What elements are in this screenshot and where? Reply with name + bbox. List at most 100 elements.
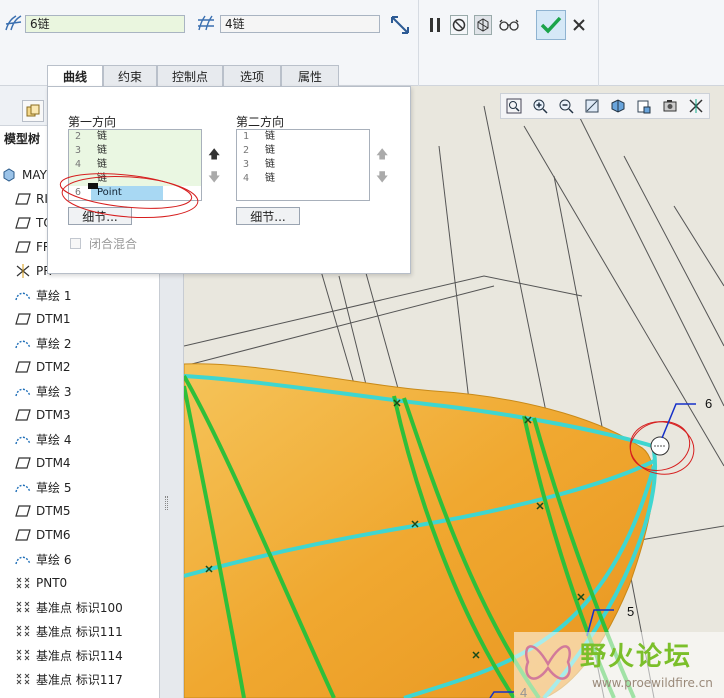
datum-plane-icon bbox=[14, 239, 32, 255]
chain-list-row[interactable]: 3链 bbox=[237, 158, 369, 172]
tree-item[interactable]: 基准点 标识100 bbox=[0, 596, 159, 618]
tree-item[interactable]: 基准点 标识117 bbox=[0, 668, 159, 690]
tree-item-label: PNT0 bbox=[36, 576, 68, 590]
callout-5-label: 5 bbox=[627, 604, 634, 619]
part-icon bbox=[0, 167, 18, 183]
repaint-icon[interactable] bbox=[579, 94, 605, 118]
no-preview-button[interactable] bbox=[450, 15, 468, 35]
second-direction-title: 第二方向 bbox=[236, 115, 285, 129]
second-direction-field[interactable]: 4链 bbox=[220, 15, 380, 33]
chain-list-row[interactable]: 3链 bbox=[69, 144, 201, 158]
apply-check-button[interactable] bbox=[536, 10, 566, 40]
tree-item-label: 草绘 3 bbox=[36, 384, 72, 399]
view-manager-icon[interactable] bbox=[657, 94, 683, 118]
second-direction-chain-list[interactable]: 1链2链3链4链 bbox=[236, 129, 370, 201]
tree-item-label: 草绘 5 bbox=[36, 480, 72, 495]
tree-item-label: DTM3 bbox=[36, 408, 71, 422]
zoom-in-icon[interactable] bbox=[527, 94, 553, 118]
chain-list-row[interactable]: 2链 bbox=[69, 130, 201, 144]
tree-item[interactable]: 草绘 4 bbox=[0, 428, 159, 450]
tab-control-points[interactable]: 控制点 bbox=[157, 65, 223, 86]
datum-point-icon bbox=[14, 575, 32, 591]
tree-item[interactable]: DTM3 bbox=[0, 404, 159, 426]
chain-label: 链 bbox=[97, 131, 107, 142]
tree-item-label: 草绘 1 bbox=[36, 288, 72, 303]
chain-index: 2 bbox=[243, 145, 250, 156]
tree-item[interactable]: 草绘 5 bbox=[0, 476, 159, 498]
checkbox-box[interactable] bbox=[70, 238, 81, 249]
datum-plane-icon bbox=[14, 455, 32, 471]
tree-item-label: DTM6 bbox=[36, 528, 71, 542]
curves-tab-panel: 第一方向 2 链 3 链 4 链链 6 Point 🡅 🡇 细节... 第二方向 1链2链3链… bbox=[47, 86, 411, 274]
tree-item-label: 基准点 标识111 bbox=[36, 624, 123, 639]
move-up-icon[interactable]: 🡅 bbox=[208, 148, 220, 160]
datum-point-icon bbox=[14, 671, 32, 687]
tree-item[interactable]: 基准点 标识114 bbox=[0, 644, 159, 666]
tree-item[interactable]: DTM4 bbox=[0, 452, 159, 474]
chain-list-row[interactable]: 1链 bbox=[237, 130, 369, 144]
tab-properties[interactable]: 属性 bbox=[281, 65, 339, 86]
tree-item[interactable]: 草绘 6 bbox=[0, 548, 159, 570]
display-style-icon[interactable] bbox=[605, 94, 631, 118]
tab-curves[interactable]: 曲线 bbox=[47, 65, 103, 87]
dashboard-tabs: 曲线 约束 控制点 选项 属性 bbox=[47, 65, 339, 87]
closed-blend-checkbox[interactable]: 闭合混合 bbox=[70, 235, 137, 252]
datum-plane-icon bbox=[14, 503, 32, 519]
chain-list-row[interactable]: 2链 bbox=[237, 144, 369, 158]
tree-item[interactable]: 草绘 2 bbox=[0, 332, 159, 354]
datum-plane-icon bbox=[14, 191, 32, 207]
butterfly-logo-icon bbox=[525, 645, 571, 680]
chain-list-row[interactable]: 4链 bbox=[237, 172, 369, 186]
model-tree-header: 模型树 bbox=[4, 132, 41, 146]
tab-constraints[interactable]: 约束 bbox=[103, 65, 157, 86]
chain-index: 1 bbox=[243, 131, 250, 142]
tree-item[interactable]: DTM1 bbox=[0, 308, 159, 330]
chain-label: 链 bbox=[265, 159, 275, 170]
chain-index: 3 bbox=[75, 145, 82, 156]
datum-display-icon[interactable] bbox=[683, 94, 709, 118]
watermark-title: 野火论坛 bbox=[580, 642, 693, 672]
second-direction-details-button[interactable]: 细节... bbox=[236, 207, 300, 225]
tree-item[interactable]: 基准点 标识111 bbox=[0, 620, 159, 642]
move-down-icon[interactable]: 🡇 bbox=[376, 171, 388, 183]
sketch-icon bbox=[14, 479, 32, 495]
verify-preview-glasses-icon[interactable] bbox=[498, 15, 520, 35]
datum-plane-icon bbox=[14, 359, 32, 375]
first-direction-icon bbox=[4, 14, 24, 32]
sketch-icon bbox=[14, 431, 32, 447]
flip-direction-icon[interactable] bbox=[389, 14, 411, 36]
tree-item-label: DTM5 bbox=[36, 504, 71, 518]
sketch-icon bbox=[14, 335, 32, 351]
geometry-preview-button[interactable] bbox=[474, 15, 492, 35]
red-annotation-ellipse bbox=[59, 173, 199, 219]
zoom-out-icon[interactable] bbox=[553, 94, 579, 118]
chain-label: 链 bbox=[265, 131, 275, 142]
tree-item[interactable]: 草绘 1 bbox=[0, 284, 159, 306]
pause-button[interactable] bbox=[426, 15, 444, 35]
second-direction-icon bbox=[196, 14, 216, 32]
tree-item[interactable]: DTM6 bbox=[0, 524, 159, 546]
tree-item-label: DTM1 bbox=[36, 312, 71, 326]
sketch-icon bbox=[14, 383, 32, 399]
splitter-grip[interactable] bbox=[165, 496, 168, 510]
datum-point-icon bbox=[14, 599, 32, 615]
move-up-icon[interactable]: 🡅 bbox=[376, 148, 388, 160]
closed-blend-label: 闭合混合 bbox=[89, 237, 138, 251]
show-tree-button[interactable] bbox=[22, 100, 44, 122]
tree-item-label: 基准点 标识117 bbox=[36, 672, 123, 687]
move-down-icon[interactable]: 🡇 bbox=[208, 171, 220, 183]
datum-point-icon bbox=[14, 647, 32, 663]
chain-index: 2 bbox=[75, 131, 82, 142]
saved-views-icon[interactable] bbox=[631, 94, 657, 118]
sketch-icon bbox=[14, 551, 32, 567]
cancel-x-button[interactable] bbox=[570, 15, 588, 35]
tree-item[interactable]: 草绘 3 bbox=[0, 380, 159, 402]
tree-item[interactable]: DTM5 bbox=[0, 500, 159, 522]
tree-item[interactable]: PNT0 bbox=[0, 572, 159, 594]
tree-item[interactable]: DTM2 bbox=[0, 356, 159, 378]
tab-options[interactable]: 选项 bbox=[223, 65, 281, 86]
tree-item-label: 草绘 2 bbox=[36, 336, 72, 351]
first-direction-field[interactable]: 6链 bbox=[25, 15, 185, 33]
datum-plane-icon bbox=[14, 215, 32, 231]
refit-icon[interactable] bbox=[501, 94, 527, 118]
